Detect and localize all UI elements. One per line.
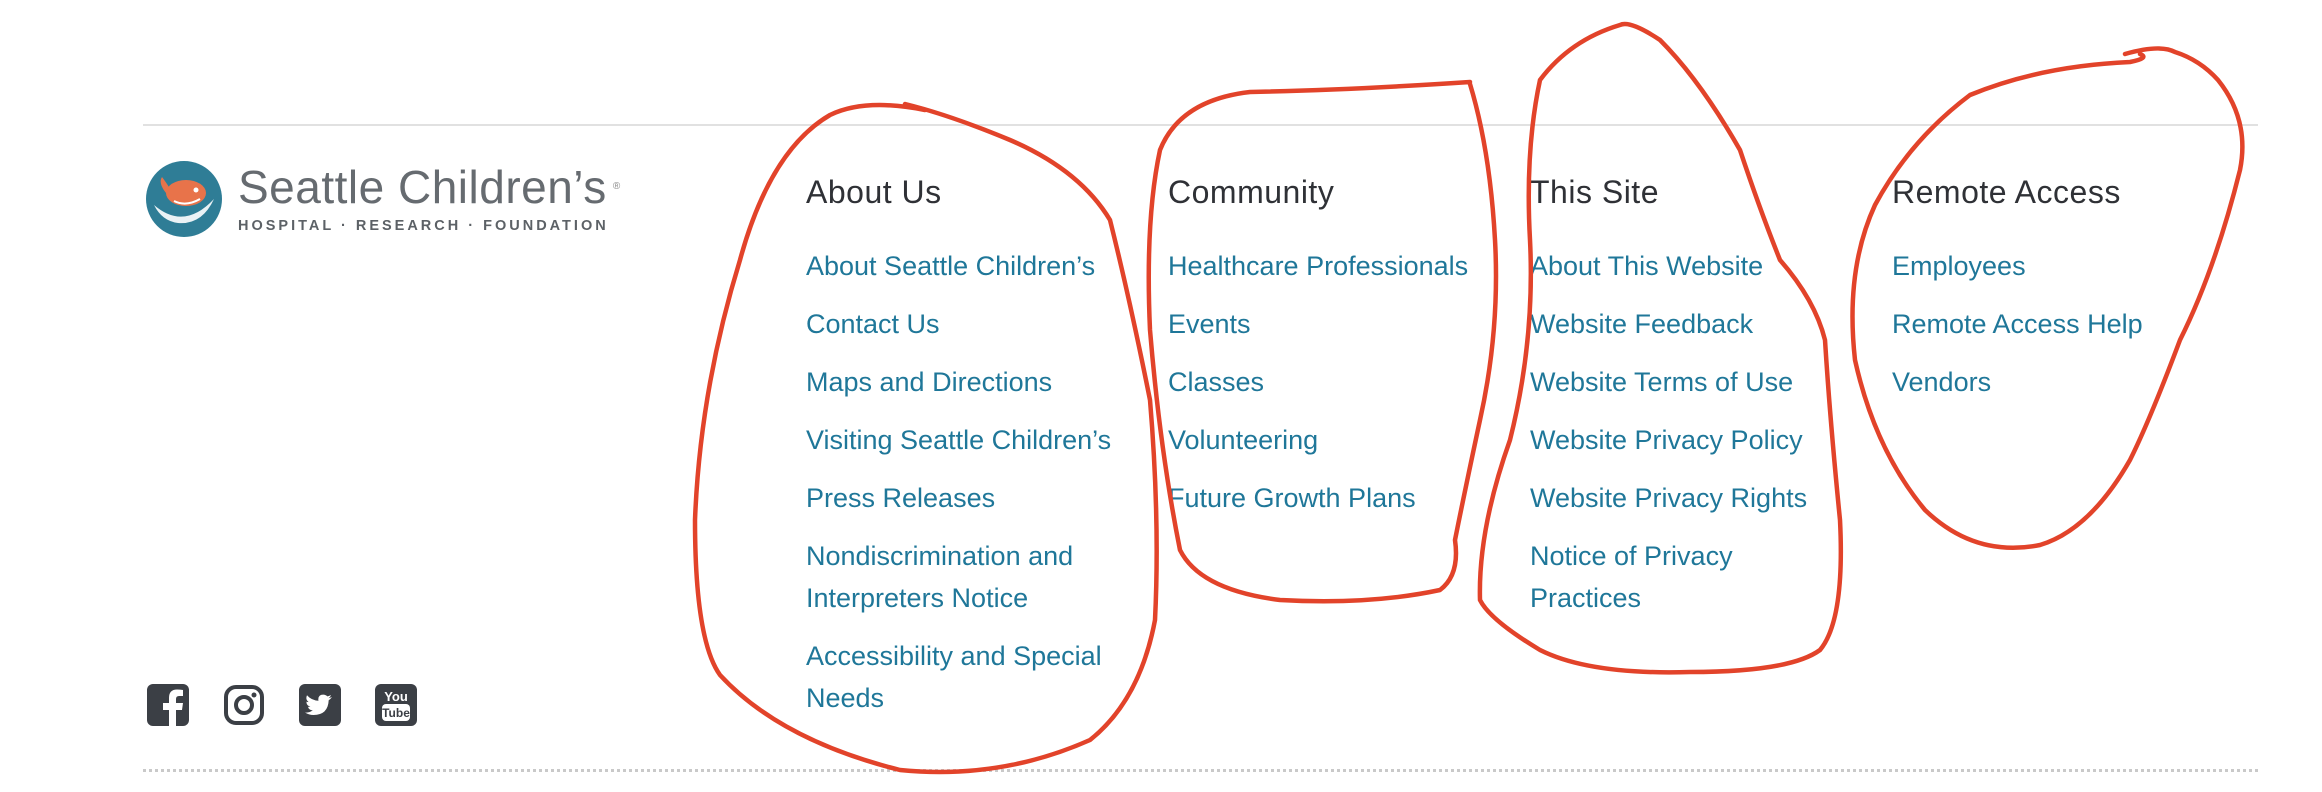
twitter-icon[interactable]	[299, 684, 341, 726]
svg-text:You: You	[384, 689, 408, 704]
footer-link[interactable]: Accessibility and Special Needs	[806, 635, 1136, 719]
column-heading: Community	[1168, 174, 1335, 210]
footer-link[interactable]: Remote Access Help	[1892, 303, 2143, 345]
footer-link[interactable]: Website Terms of Use	[1530, 361, 1807, 403]
footer-bottom-divider	[143, 769, 2258, 772]
column-heading: Remote Access	[1892, 174, 2121, 210]
footer-column-remote-access: Remote Access Employees Remote Access He…	[1892, 172, 2143, 419]
footer-link[interactable]: Contact Us	[806, 303, 1136, 345]
logo-name: Seattle Children’s ®	[238, 161, 621, 213]
footer-link[interactable]: Employees	[1892, 245, 2143, 287]
footer-link[interactable]: About Seattle Children’s	[806, 245, 1136, 287]
logo-tagline: HOSPITAL · RESEARCH · FOUNDATION	[238, 218, 609, 234]
youtube-icon[interactable]: You Tube	[375, 684, 417, 726]
footer-link[interactable]: Classes	[1168, 361, 1468, 403]
footer-link[interactable]: Vendors	[1892, 361, 2143, 403]
footer-link[interactable]: Website Privacy Rights	[1530, 477, 1807, 519]
footer-link[interactable]: About This Website	[1530, 245, 1807, 287]
column-heading: This Site	[1530, 174, 1659, 210]
footer-link[interactable]: Press Releases	[806, 477, 1136, 519]
whale-logo-icon	[146, 161, 222, 237]
footer-column-this-site: This Site About This Website Website Fee…	[1530, 172, 1807, 635]
site-logo[interactable]: Seattle Children’s ® HOSPITAL · RESEARCH …	[144, 159, 621, 239]
footer-link[interactable]: Future Growth Plans	[1168, 477, 1468, 519]
footer-link[interactable]: Website Privacy Policy	[1530, 419, 1807, 461]
footer-link[interactable]: Nondiscrimination and Interpreters Notic…	[806, 535, 1126, 619]
column-heading: About Us	[806, 174, 942, 210]
footer-link[interactable]: Volunteering	[1168, 419, 1468, 461]
footer-link[interactable]: Events	[1168, 303, 1468, 345]
svg-text:Tube: Tube	[382, 706, 410, 720]
instagram-icon[interactable]	[223, 684, 265, 726]
facebook-icon[interactable]	[147, 684, 189, 726]
footer-link[interactable]: Notice of Privacy Practices	[1530, 535, 1780, 619]
footer-top-divider	[143, 124, 2258, 126]
footer-link[interactable]: Healthcare Professionals	[1168, 245, 1468, 287]
footer-link[interactable]: Maps and Directions	[806, 361, 1136, 403]
social-links: You Tube	[147, 684, 451, 726]
footer-column-community: Community Healthcare Professionals Event…	[1168, 172, 1468, 535]
footer-column-about-us: About Us About Seattle Children’s Contac…	[806, 172, 1136, 735]
footer-link[interactable]: Website Feedback	[1530, 303, 1807, 345]
footer-link[interactable]: Visiting Seattle Children’s	[806, 419, 1136, 461]
